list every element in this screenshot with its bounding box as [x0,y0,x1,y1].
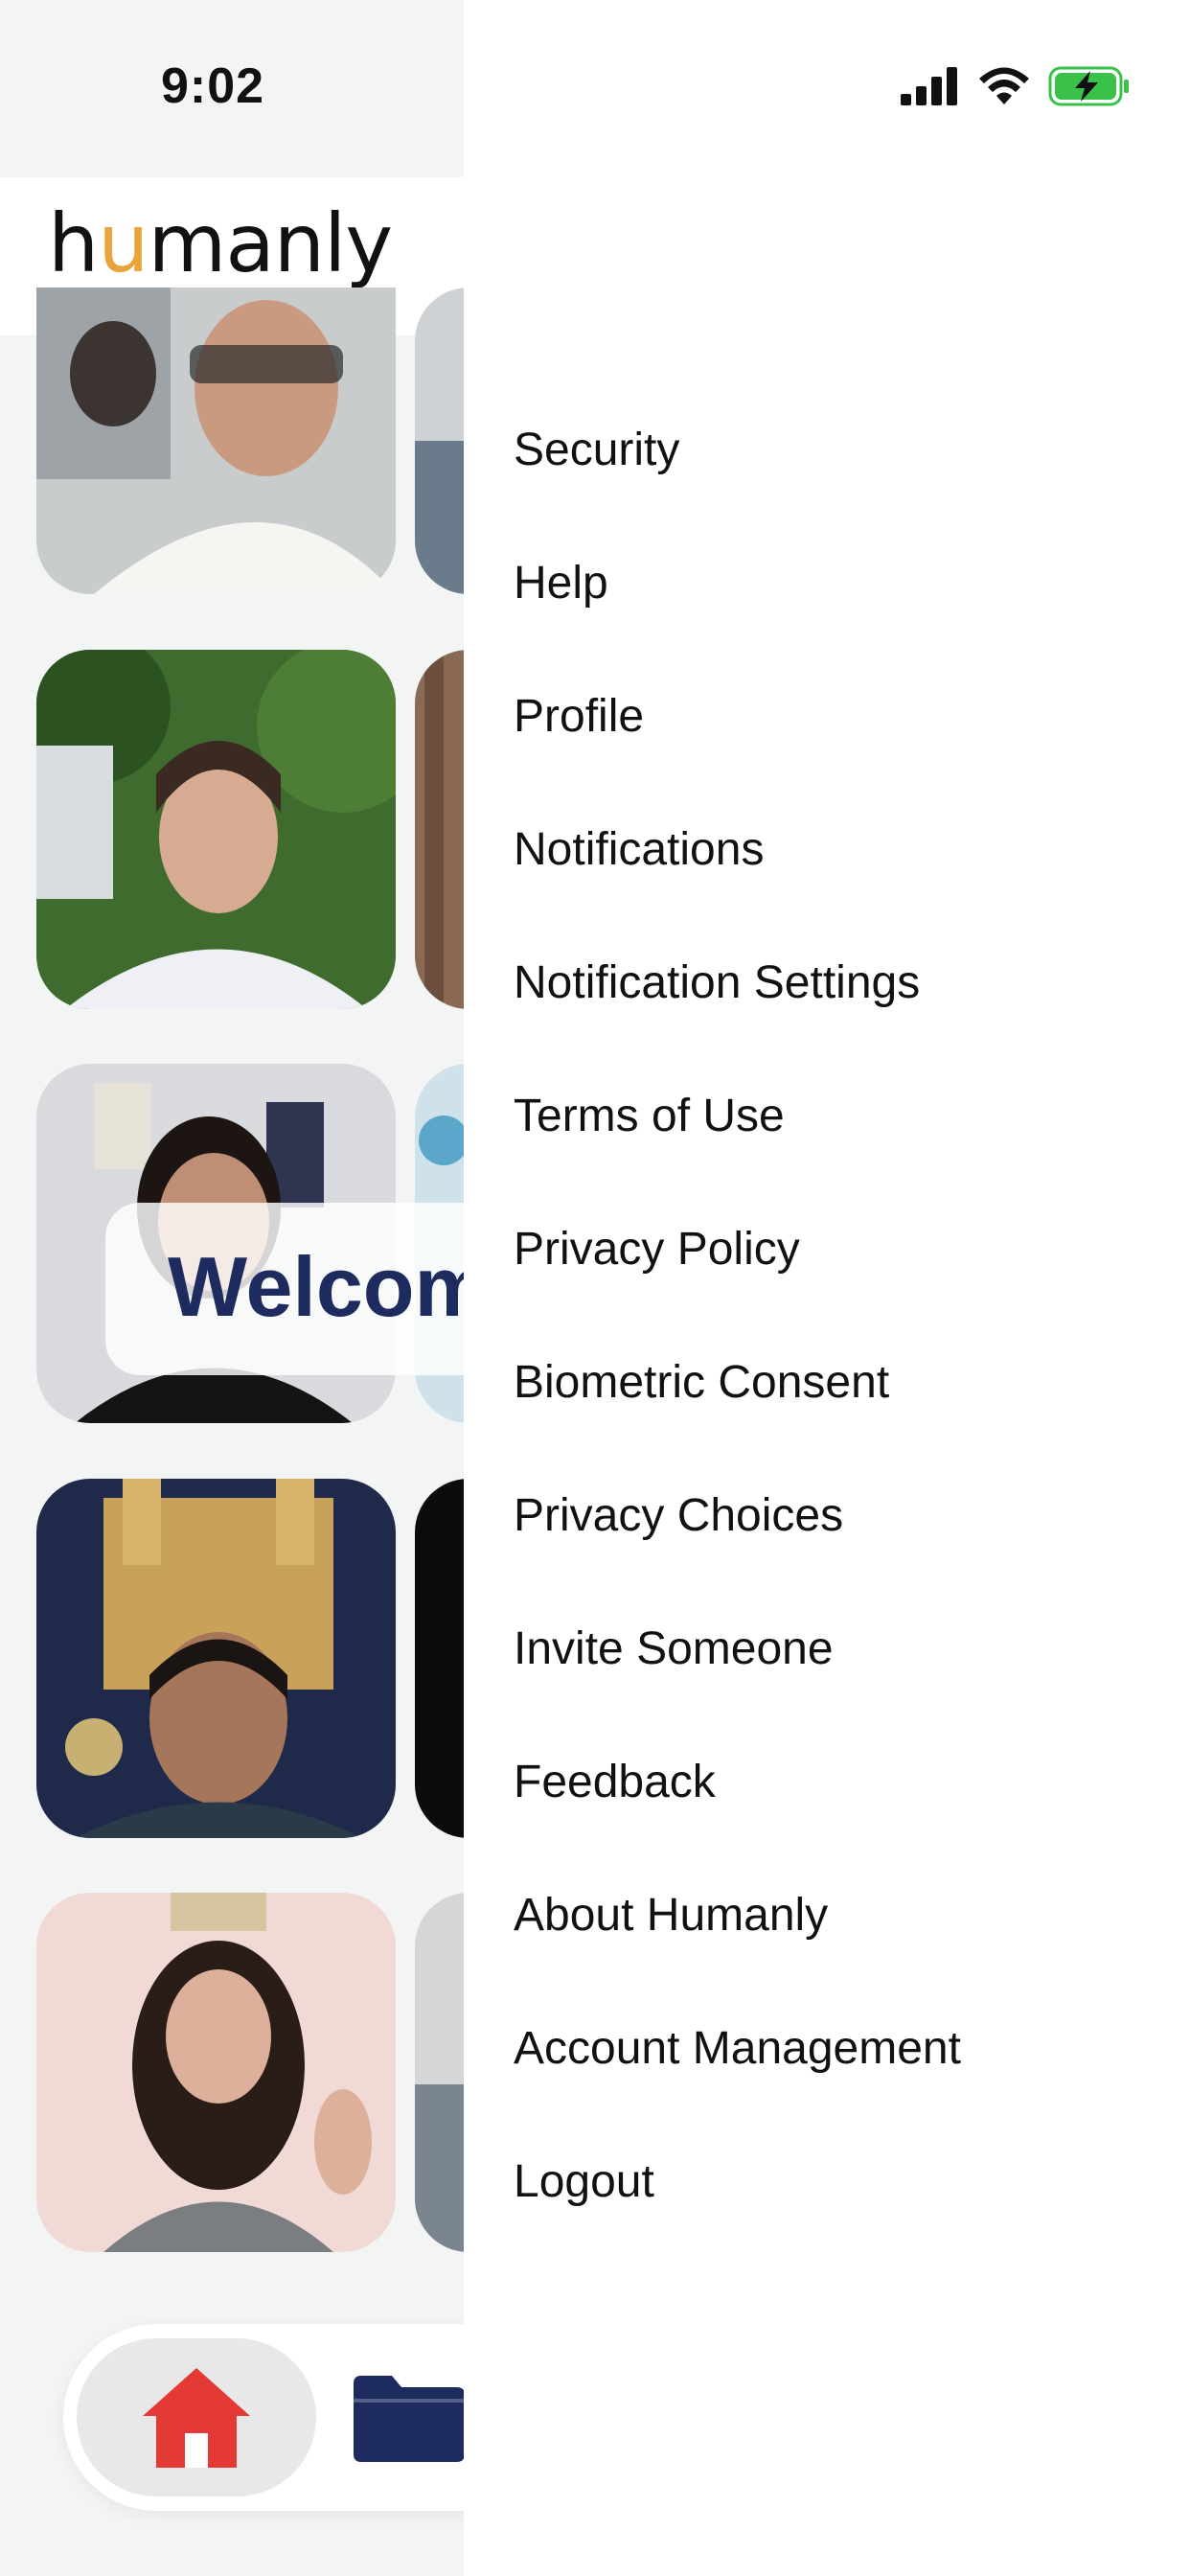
nav-folder-button[interactable] [350,2372,464,2468]
video-tile[interactable] [36,1479,396,1838]
video-thumbnail [36,650,396,1009]
video-thumbnail [415,1479,464,1838]
home-icon [143,2367,250,2468]
video-tile[interactable] [36,1893,396,2252]
menu-item-privacy-policy[interactable]: Privacy Policy [514,1183,961,1316]
menu-item-account-management[interactable]: Account Management [514,1982,961,2115]
nav-home-button[interactable] [77,2338,316,2496]
status-icons [901,65,1131,107]
wifi-icon [979,67,1029,104]
video-thumbnail [36,1893,396,2252]
menu-item-invite-someone[interactable]: Invite Someone [514,1582,961,1715]
video-tile[interactable] [415,1479,464,1838]
side-menu: Security Help Profile Notifications Noti… [514,383,961,2248]
video-thumbnail [415,1893,464,2252]
menu-item-logout[interactable]: Logout [514,2115,961,2248]
cellular-signal-icon [901,67,957,105]
video-thumbnail [36,1479,396,1838]
menu-item-biometric-consent[interactable]: Biometric Consent [514,1316,961,1449]
menu-item-help[interactable]: Help [514,517,961,650]
video-thumbnail [36,288,396,594]
menu-item-about-humanly[interactable]: About Humanly [514,1849,961,1982]
welcome-text: Welcome [168,1239,464,1334]
menu-item-security[interactable]: Security [514,383,961,517]
video-tile[interactable] [415,650,464,1009]
humanly-logo[interactable]: humanly [48,196,393,290]
video-tile[interactable] [415,288,464,594]
menu-item-notification-settings[interactable]: Notification Settings [514,916,961,1049]
battery-charging-icon [1048,66,1129,106]
video-tile[interactable] [415,1893,464,2252]
home-feed-background: 9:02 humanly Welcom [0,0,464,2576]
video-tile[interactable] [36,288,396,594]
menu-item-terms-of-use[interactable]: Terms of Use [514,1049,961,1183]
status-time: 9:02 [161,58,265,114]
video-thumbnail [415,288,464,594]
menu-item-privacy-choices[interactable]: Privacy Choices [514,1449,961,1582]
side-menu-drawer: Security Help Profile Notifications Noti… [464,0,1190,2576]
video-thumbnail [415,650,464,1009]
menu-item-notifications[interactable]: Notifications [514,783,961,916]
menu-item-feedback[interactable]: Feedback [514,1715,961,1849]
video-tile[interactable] [36,650,396,1009]
menu-item-profile[interactable]: Profile [514,650,961,783]
folder-icon [354,2376,464,2462]
